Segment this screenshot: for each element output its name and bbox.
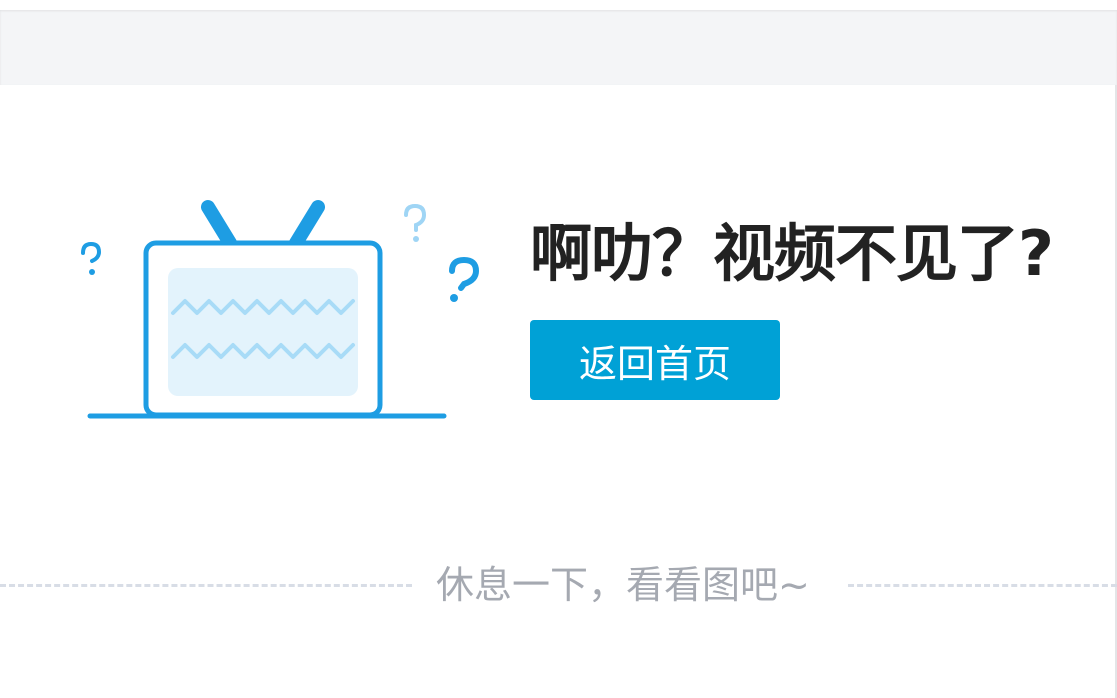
question-mark-left-icon xyxy=(81,241,102,275)
return-home-button[interactable]: 返回首页 xyxy=(530,320,780,400)
suggestion-text: 休息一下，看看图吧~ xyxy=(436,563,810,607)
top-navigation-bar xyxy=(0,0,1117,85)
question-mark-right-icon xyxy=(449,256,480,302)
dashed-line-left xyxy=(0,584,412,587)
tv-antenna-left xyxy=(201,200,237,250)
question-mark-top-icon xyxy=(404,203,427,242)
error-title: 啊叻？视频不见了? xyxy=(530,217,1054,290)
confused-tv-icon xyxy=(81,200,480,419)
tv-antenna-right xyxy=(289,200,325,250)
tv-screen xyxy=(168,268,358,396)
dashed-line-right xyxy=(848,584,1117,587)
suggestion-divider: 休息一下，看看图吧~ xyxy=(0,556,1117,616)
